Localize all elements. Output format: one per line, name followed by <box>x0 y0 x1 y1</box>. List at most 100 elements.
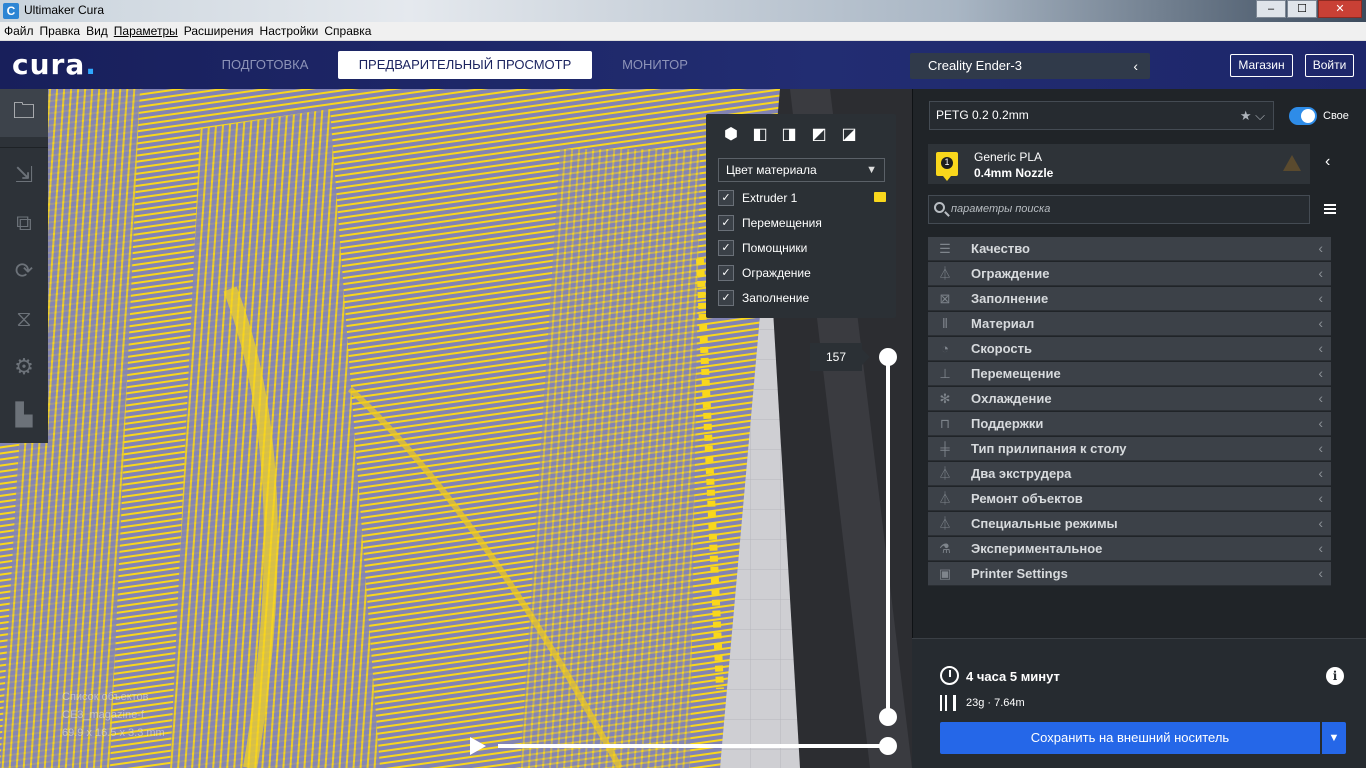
extruder-1-label: Extruder 1 <box>742 191 798 205</box>
scale-tool-button[interactable]: ⧉ <box>0 199 48 247</box>
tab-monitor[interactable]: МОНИТОР <box>610 51 700 79</box>
profile-dropdown[interactable]: PETG 0.2 0.2mm ★ ⌵ <box>929 101 1274 130</box>
hamburger-menu-icon[interactable] <box>1324 204 1336 214</box>
cooling-icon: ✻ <box>939 391 951 406</box>
save-to-removable-button[interactable]: Сохранить на внешний носитель <box>940 722 1320 754</box>
shell-checkbox[interactable]: ✓ <box>718 265 734 281</box>
category-experimental[interactable]: ⚗ Экспериментальное ‹ <box>928 537 1331 561</box>
mirror-tool-button[interactable]: ⧖ <box>0 295 48 343</box>
infill-label: Заполнение <box>742 291 810 305</box>
helpers-checkbox[interactable]: ✓ <box>718 240 734 256</box>
menu-parameters[interactable]: Параметры <box>114 24 178 38</box>
chevron-left-icon: ‹ <box>1318 290 1323 306</box>
support-blocker-button[interactable]: ▙ <box>0 391 48 439</box>
logo-text: cura <box>12 48 86 81</box>
shell-icon: ⏃ <box>938 266 952 281</box>
save-options-dropdown[interactable]: ▼ <box>1322 722 1346 754</box>
category-shell[interactable]: ⏃ Ограждение ‹ <box>928 262 1331 286</box>
category-support[interactable]: ⊓ Поддержки ‹ <box>928 412 1331 436</box>
chevron-left-icon: ‹ <box>1318 540 1323 556</box>
marketplace-button[interactable]: Магазин <box>1230 54 1293 77</box>
layer-number-label[interactable]: 157 <box>810 343 870 371</box>
move-icon: ⇲ <box>14 162 34 187</box>
category-material[interactable]: ⦀ Материал ‹ <box>928 312 1331 336</box>
tab-preview[interactable]: ПРЕДВАРИТЕЛЬНЫЙ ПРОСМОТР <box>338 51 592 79</box>
left-view-icon[interactable]: ◩ <box>810 126 828 144</box>
category-travel[interactable]: ⊥ Перемещение ‹ <box>928 362 1331 386</box>
object-dimensions: 69.9 x 16.5 x 3.3 mm <box>62 727 165 739</box>
chevron-left-icon: ‹ <box>1318 515 1323 531</box>
extruder-badge-icon: 1 <box>936 152 958 181</box>
maximize-button[interactable]: ☐ <box>1287 0 1317 18</box>
move-tool-button[interactable]: ⇲ <box>0 151 48 199</box>
menu-help[interactable]: Справка <box>324 24 371 38</box>
chevron-left-icon: ‹ <box>1318 415 1323 431</box>
star-icon[interactable]: ★ <box>1240 108 1252 123</box>
color-scheme-dropdown[interactable]: Цвет материала ▼ <box>718 158 885 182</box>
profile-name: PETG 0.2 0.2mm <box>936 108 1029 122</box>
object-file-name: CE3_magazine-f <box>62 709 144 721</box>
custom-mode-label: Свое <box>1323 110 1349 122</box>
category-special-modes[interactable]: ⏃ Специальные режимы ‹ <box>928 512 1331 536</box>
window-title: Ultimaker Cura <box>24 3 105 17</box>
clock-icon <box>940 666 959 685</box>
menu-edit[interactable]: Правка <box>40 24 81 38</box>
category-infill[interactable]: ⊠ Заполнение ‹ <box>928 287 1331 311</box>
chevron-left-icon: ‹ <box>1318 465 1323 481</box>
category-adhesion[interactable]: ╪ Тип прилипания к столу ‹ <box>928 437 1331 461</box>
play-icon[interactable] <box>470 737 486 755</box>
shell-label: Ограждение <box>742 266 811 280</box>
menu-extensions[interactable]: Расширения <box>184 24 254 38</box>
extruder-tab[interactable]: 1 Generic PLA 0.4mm Nozzle <box>928 144 1310 184</box>
open-file-button[interactable]: 🗀 <box>0 89 48 137</box>
settings-search-input[interactable]: параметры поиска <box>928 195 1310 224</box>
printer-selector[interactable]: Creality Ender-3 ‹ <box>910 53 1150 79</box>
material-name: Generic PLA <box>974 150 1043 164</box>
travels-row[interactable]: ✓ Перемещения <box>718 214 822 232</box>
chevron-left-icon: ‹ <box>1318 440 1323 456</box>
signin-button[interactable]: Войти <box>1305 54 1354 77</box>
right-view-icon[interactable]: ◪ <box>840 126 858 144</box>
category-speed[interactable]: ◔ Скорость ‹ <box>928 337 1331 361</box>
per-model-icon: ⚙ <box>14 354 34 379</box>
chevron-down-icon: ⌵ <box>1255 108 1265 123</box>
object-list-toggle[interactable]: Список объектов <box>62 688 165 706</box>
top-view-icon[interactable]: ◨ <box>780 126 798 144</box>
mirror-icon: ⧖ <box>16 306 32 331</box>
minimize-button[interactable]: – <box>1256 0 1286 18</box>
special-modes-icon: ⏃ <box>938 516 952 531</box>
menu-preferences[interactable]: Настройки <box>260 24 319 38</box>
extruder-1-checkbox[interactable]: ✓ <box>718 190 734 206</box>
window-titlebar: C Ultimaker Cura – ☐ ✕ <box>0 0 1366 22</box>
layer-slider-track[interactable] <box>886 357 890 717</box>
category-dual-extrusion[interactable]: ⏃ Два экструдера ‹ <box>928 462 1331 486</box>
info-icon[interactable]: i <box>1326 667 1344 685</box>
path-slider-handle[interactable] <box>879 737 897 755</box>
layer-slider-lower-handle[interactable] <box>879 708 897 726</box>
travels-checkbox[interactable]: ✓ <box>718 215 734 231</box>
infill-icon: ⊠ <box>939 291 951 306</box>
custom-mode-toggle[interactable] <box>1289 107 1317 125</box>
category-mesh-fix[interactable]: ⏃ Ремонт объектов ‹ <box>928 487 1331 511</box>
shell-row[interactable]: ✓ Ограждение <box>718 264 811 282</box>
travel-icon: ⊥ <box>939 366 951 381</box>
3d-view-icon[interactable]: ⬢ <box>722 126 740 144</box>
rotate-tool-button[interactable]: ⟳ <box>0 247 48 295</box>
category-cooling[interactable]: ✻ Охлаждение ‹ <box>928 387 1331 411</box>
layer-slider-upper-handle[interactable] <box>879 348 897 366</box>
category-quality[interactable]: ☰ Качество ‹ <box>928 237 1331 261</box>
extruder-1-row[interactable]: ✓ Extruder 1 <box>718 189 797 207</box>
menu-view[interactable]: Вид <box>86 24 108 38</box>
adhesion-icon: ╪ <box>940 441 950 456</box>
menu-file[interactable]: Файл <box>4 24 34 38</box>
infill-row[interactable]: ✓ Заполнение <box>718 289 809 307</box>
infill-checkbox[interactable]: ✓ <box>718 290 734 306</box>
category-printer-settings[interactable]: ▣ Printer Settings ‹ <box>928 562 1331 586</box>
per-model-settings-button[interactable]: ⚙ <box>0 343 48 391</box>
tab-prepare[interactable]: ПОДГОТОВКА <box>210 51 320 79</box>
front-view-icon[interactable]: ◧ <box>751 126 769 144</box>
chevron-left-icon[interactable]: ‹ <box>1325 153 1330 171</box>
path-slider-track[interactable] <box>498 744 890 748</box>
helpers-row[interactable]: ✓ Помощники <box>718 239 807 257</box>
close-button[interactable]: ✕ <box>1318 0 1362 18</box>
